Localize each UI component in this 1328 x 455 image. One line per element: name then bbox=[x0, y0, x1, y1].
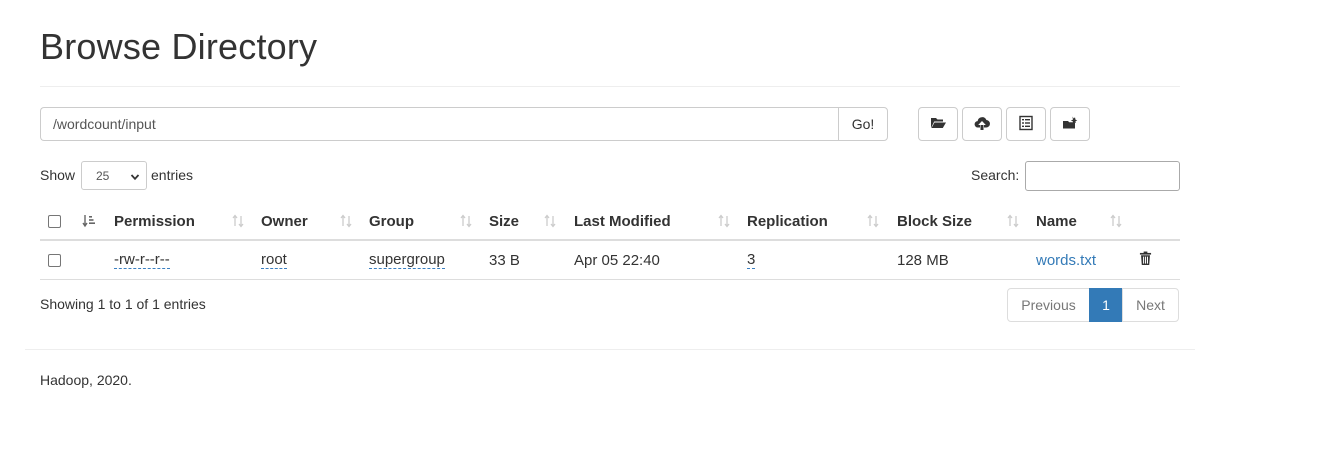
block-size-value: 128 MB bbox=[897, 251, 949, 269]
chevron-down-icon bbox=[130, 171, 140, 181]
title-divider bbox=[40, 86, 1180, 87]
delete-file-button[interactable] bbox=[1139, 241, 1152, 279]
column-header-last-modified[interactable]: Last Modified bbox=[574, 203, 671, 239]
sort-both-icon[interactable] bbox=[866, 214, 880, 228]
table-info: Showing 1 to 1 of 1 entries bbox=[40, 296, 206, 312]
sort-both-icon[interactable] bbox=[543, 214, 557, 228]
path-bar: Go! bbox=[40, 107, 888, 141]
pagination: Previous 1 Next bbox=[1007, 288, 1179, 322]
sort-both-icon[interactable] bbox=[459, 214, 473, 228]
sort-asc-icon[interactable] bbox=[82, 214, 96, 228]
sort-both-icon[interactable] bbox=[339, 214, 353, 228]
column-header-permission[interactable]: Permission bbox=[114, 203, 195, 239]
previous-page-button[interactable]: Previous bbox=[1007, 288, 1090, 322]
sort-both-icon[interactable] bbox=[717, 214, 731, 228]
replication-value[interactable]: 3 bbox=[747, 251, 756, 269]
toolbar bbox=[918, 107, 1090, 141]
table-row: -rw-r--r-- root supergroup 33 B Apr 05 2… bbox=[40, 241, 1180, 280]
upload-file-button[interactable] bbox=[962, 107, 1002, 141]
trash-icon bbox=[1139, 251, 1152, 270]
cut-icon bbox=[1062, 115, 1078, 134]
entries-per-page-select[interactable]: 25 bbox=[81, 161, 147, 190]
entries-label: entries bbox=[151, 167, 194, 183]
permission-value[interactable]: -rw-r--r-- bbox=[114, 251, 170, 269]
cloud-upload-icon bbox=[974, 115, 990, 134]
file-table: Permission Owner Group Size Last Modifie… bbox=[40, 203, 1180, 280]
cut-paste-button[interactable] bbox=[1050, 107, 1090, 141]
column-header-group[interactable]: Group bbox=[369, 203, 414, 239]
column-header-size[interactable]: Size bbox=[489, 203, 519, 239]
size-value: 33 B bbox=[489, 251, 520, 269]
table-header: Permission Owner Group Size Last Modifie… bbox=[40, 203, 1180, 241]
file-name-link[interactable]: words.txt bbox=[1036, 241, 1096, 279]
entries-select-value: 25 bbox=[96, 168, 110, 183]
sort-both-icon[interactable] bbox=[231, 214, 245, 228]
select-all-checkbox[interactable] bbox=[48, 203, 61, 239]
page-title: Browse Directory bbox=[40, 26, 318, 67]
list-alt-icon bbox=[1018, 115, 1034, 134]
create-directory-button[interactable] bbox=[918, 107, 958, 141]
page-1-button[interactable]: 1 bbox=[1089, 288, 1123, 322]
search-input[interactable] bbox=[1025, 161, 1180, 191]
view-list-button[interactable] bbox=[1006, 107, 1046, 141]
owner-value[interactable]: root bbox=[261, 251, 287, 269]
go-button[interactable]: Go! bbox=[838, 107, 888, 141]
sort-both-icon[interactable] bbox=[1109, 214, 1123, 228]
search-label: Search: bbox=[971, 167, 1020, 183]
column-header-block-size[interactable]: Block Size bbox=[897, 203, 972, 239]
footer-text: Hadoop, 2020. bbox=[40, 372, 132, 388]
row-select-checkbox[interactable] bbox=[48, 241, 61, 279]
directory-path-input[interactable] bbox=[40, 107, 838, 141]
last-modified-value: Apr 05 22:40 bbox=[574, 251, 660, 269]
column-header-replication[interactable]: Replication bbox=[747, 203, 828, 239]
column-header-name[interactable]: Name bbox=[1036, 203, 1077, 239]
sort-both-icon[interactable] bbox=[1006, 214, 1020, 228]
column-header-owner[interactable]: Owner bbox=[261, 203, 308, 239]
footer-divider bbox=[25, 349, 1195, 350]
show-label: Show bbox=[40, 167, 76, 183]
next-page-button[interactable]: Next bbox=[1122, 288, 1179, 322]
folder-open-icon bbox=[930, 115, 946, 134]
group-value[interactable]: supergroup bbox=[369, 251, 445, 269]
